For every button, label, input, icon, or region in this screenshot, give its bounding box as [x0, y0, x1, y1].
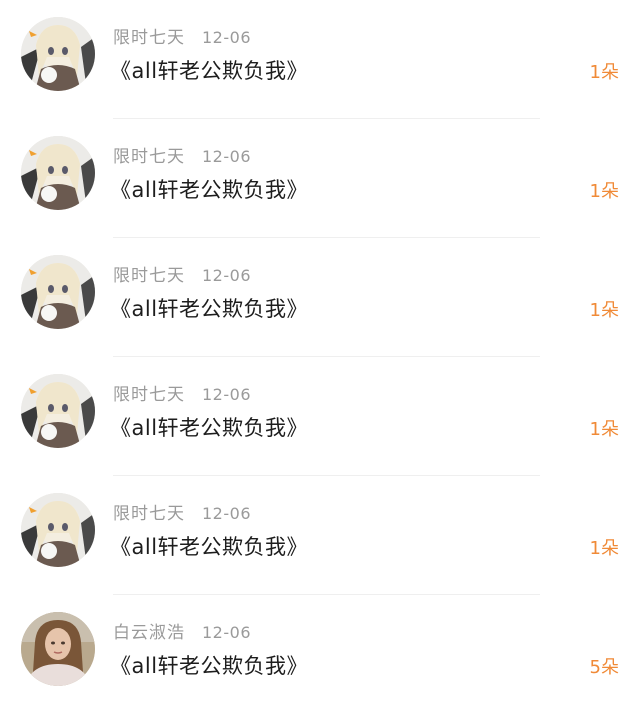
avatar[interactable] — [21, 493, 95, 567]
gift-count: 1朵 — [589, 300, 619, 321]
comment-date: 12-06 — [202, 623, 251, 642]
gift-count: 1朵 — [589, 419, 619, 440]
list-item[interactable]: 限时七天 12-06 《all轩老公欺负我》 1朵 — [0, 0, 640, 119]
username[interactable]: 白云淑浩 — [113, 618, 185, 643]
gift-count: 1朵 — [589, 181, 619, 202]
list-item[interactable]: 限时七天 12-06 《all轩老公欺负我》 1朵 — [0, 476, 640, 595]
avatar[interactable] — [21, 612, 95, 686]
list-item[interactable]: 限时七天 12-06 《all轩老公欺负我》 1朵 — [0, 238, 640, 357]
photo-woman-avatar-icon — [21, 612, 95, 686]
comment-meta: 限时七天 12-06 — [113, 499, 251, 524]
book-title[interactable]: 《all轩老公欺负我》 — [110, 412, 308, 442]
book-title[interactable]: 《all轩老公欺负我》 — [110, 55, 308, 85]
username[interactable]: 限时七天 — [113, 142, 185, 167]
anime-girl-avatar-icon — [21, 374, 95, 448]
comment-date: 12-06 — [202, 504, 251, 523]
comment-meta: 白云淑浩 12-06 — [113, 618, 251, 643]
gift-count: 5朵 — [589, 657, 619, 678]
anime-girl-avatar-icon — [21, 136, 95, 210]
book-title[interactable]: 《all轩老公欺负我》 — [110, 531, 308, 561]
avatar[interactable] — [21, 136, 95, 210]
comment-meta: 限时七天 12-06 — [113, 142, 251, 167]
anime-girl-avatar-icon — [21, 255, 95, 329]
avatar[interactable] — [21, 17, 95, 91]
username[interactable]: 限时七天 — [113, 380, 185, 405]
username[interactable]: 限时七天 — [113, 261, 185, 286]
comment-date: 12-06 — [202, 147, 251, 166]
list-item[interactable]: 白云淑浩 12-06 《all轩老公欺负我》 5朵 — [0, 595, 640, 707]
comment-meta: 限时七天 12-06 — [113, 23, 251, 48]
gift-count: 1朵 — [589, 538, 619, 559]
anime-girl-avatar-icon — [21, 17, 95, 91]
comment-date: 12-06 — [202, 385, 251, 404]
book-title[interactable]: 《all轩老公欺负我》 — [110, 174, 308, 204]
anime-girl-avatar-icon — [21, 493, 95, 567]
list-item[interactable]: 限时七天 12-06 《all轩老公欺负我》 1朵 — [0, 357, 640, 476]
avatar[interactable] — [21, 255, 95, 329]
comment-date: 12-06 — [202, 266, 251, 285]
comment-list: 限时七天12-06 《all轩老公欺负我》 1朵 限时七天12-06 《al — [0, 0, 640, 707]
book-title[interactable]: 《all轩老公欺负我》 — [110, 293, 308, 323]
book-title[interactable]: 《all轩老公欺负我》 — [110, 650, 308, 680]
list-item[interactable]: 限时七天 12-06 《all轩老公欺负我》 1朵 — [0, 119, 640, 238]
comment-date: 12-06 — [202, 28, 251, 47]
comment-meta: 限时七天 12-06 — [113, 380, 251, 405]
avatar[interactable] — [21, 374, 95, 448]
gift-count: 1朵 — [589, 62, 619, 83]
comment-meta: 限时七天 12-06 — [113, 261, 251, 286]
username[interactable]: 限时七天 — [113, 499, 185, 524]
username[interactable]: 限时七天 — [113, 23, 185, 48]
